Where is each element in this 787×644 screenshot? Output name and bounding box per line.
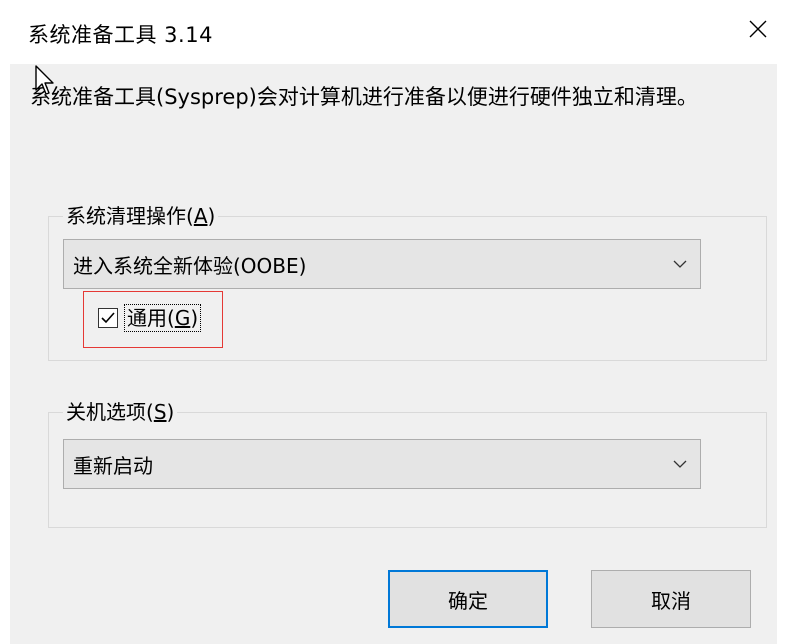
cleanup-action-dropdown[interactable]: 进入系统全新体验(OOBE) bbox=[63, 239, 701, 289]
cancel-button[interactable]: 取消 bbox=[591, 570, 751, 628]
chevron-down-icon bbox=[673, 260, 687, 268]
generalize-label[interactable]: 通用(G) bbox=[124, 304, 202, 332]
shutdown-options-label: 关机选项(S) bbox=[63, 398, 178, 426]
title-bar: 系统准备工具 3.14 bbox=[0, 0, 787, 64]
close-button[interactable] bbox=[735, 8, 781, 50]
generalize-highlight: 通用(G) bbox=[83, 291, 223, 348]
description-text: 系统准备工具(Sysprep)会对计算机进行准备以便进行硬件独立和清理。 bbox=[30, 85, 698, 109]
mouse-cursor-icon bbox=[35, 65, 54, 95]
shutdown-options-value: 重新启动 bbox=[73, 454, 153, 478]
close-icon bbox=[749, 20, 767, 38]
ok-button[interactable]: 确定 bbox=[388, 570, 548, 628]
shutdown-options-dropdown[interactable]: 重新启动 bbox=[63, 439, 701, 489]
generalize-checkbox[interactable] bbox=[98, 308, 118, 328]
shutdown-options-group: 关机选项(S) 重新启动 bbox=[48, 398, 767, 528]
checkmark-icon bbox=[101, 312, 115, 324]
cleanup-action-label: 系统清理操作(A) bbox=[63, 202, 219, 230]
chevron-down-icon bbox=[673, 460, 687, 468]
cleanup-action-value: 进入系统全新体验(OOBE) bbox=[73, 254, 307, 278]
dialog-body: 系统准备工具(Sysprep)会对计算机进行准备以便进行硬件独立和清理。 系统清… bbox=[10, 64, 777, 644]
window-title: 系统准备工具 3.14 bbox=[28, 23, 213, 47]
